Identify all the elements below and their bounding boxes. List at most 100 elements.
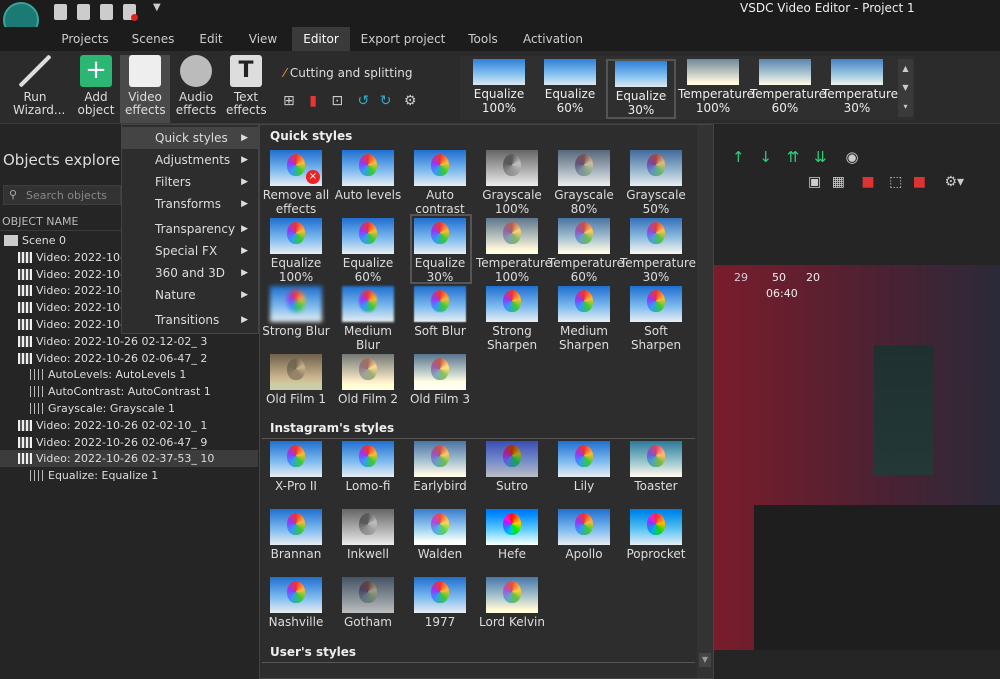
style-grayscale-50-[interactable]: Grayscale 50% bbox=[620, 150, 692, 216]
style-lord-kelvin[interactable]: Lord Kelvin bbox=[476, 577, 548, 629]
style-inkwell[interactable]: Inkwell bbox=[332, 509, 404, 561]
menu-item-transitions[interactable]: Transitions ▶ bbox=[122, 309, 258, 331]
preset-temperature-100[interactable]: Temperature 100% bbox=[678, 59, 754, 115]
style-medium-blur[interactable]: Medium Blur bbox=[332, 286, 404, 352]
style-temperature-60-[interactable]: Temperature 60% bbox=[548, 218, 624, 284]
move-down-icon[interactable]: ↓ bbox=[759, 148, 772, 166]
menu-item-adjustments[interactable]: Adjustments ▶ bbox=[122, 149, 258, 171]
tree-object-row[interactable]: Video: 2022-10-26 02-06-47_ 9 bbox=[0, 434, 258, 451]
style-1977[interactable]: 1977 bbox=[404, 577, 476, 629]
red-square-icon[interactable]: ■ bbox=[861, 174, 874, 190]
style-strong-sharpen[interactable]: Strong Sharpen bbox=[476, 286, 548, 352]
tree-effect-row[interactable]: AutoLevels: AutoLevels 1 bbox=[0, 366, 258, 383]
add-object-button[interactable]: + Add object bbox=[72, 55, 120, 117]
tree-object-row[interactable]: Video: 2022-10-26 02-12-02_ 3 bbox=[0, 333, 258, 350]
style-strong-blur[interactable]: Strong Blur bbox=[260, 286, 332, 338]
style-equalize-100-[interactable]: Equalize 100% bbox=[260, 218, 332, 284]
move-top-icon[interactable]: ⇈ bbox=[787, 148, 800, 166]
gear-icon[interactable]: ⚙▾ bbox=[944, 174, 964, 190]
tree-effect-row[interactable]: Grayscale: Grayscale 1 bbox=[0, 400, 258, 417]
style-apollo[interactable]: Apollo bbox=[548, 509, 620, 561]
rotate-right-icon[interactable]: ↻ bbox=[380, 93, 392, 109]
tree-effect-row[interactable]: AutoContrast: AutoContrast 1 bbox=[0, 383, 258, 400]
presets-scrollbar[interactable]: ▲ ▼ ▾ bbox=[898, 59, 913, 117]
layer-icon[interactable]: ▣ bbox=[808, 174, 821, 190]
gallery-scrollbar[interactable] bbox=[697, 125, 713, 678]
style-old-film-3[interactable]: Old Film 3 bbox=[404, 354, 476, 406]
tab-editor[interactable]: Editor bbox=[292, 27, 350, 51]
search-input[interactable]: ⚲ Search objects bbox=[3, 185, 121, 205]
style-lomo-fi[interactable]: Lomo-fi bbox=[332, 441, 404, 493]
style-soft-sharpen[interactable]: Soft Sharpen bbox=[620, 286, 692, 352]
preset-equalize-100[interactable]: Equalize 100% bbox=[464, 59, 534, 115]
style-old-film-1[interactable]: Old Film 1 bbox=[260, 354, 332, 406]
tab-activation[interactable]: Activation bbox=[516, 27, 590, 51]
tree-object-row[interactable]: Video: 2022-10-26 02-02-10_ 1 bbox=[0, 417, 258, 434]
save-as-icon[interactable] bbox=[100, 4, 113, 20]
record-icon[interactable] bbox=[123, 4, 138, 21]
style-remove-all-effects[interactable]: × Remove all effects bbox=[260, 150, 332, 216]
tab-scenes[interactable]: Scenes bbox=[124, 27, 182, 51]
align-icon[interactable]: ▦ bbox=[832, 174, 845, 190]
preset-equalize-30[interactable]: Equalize 30% bbox=[606, 59, 676, 119]
tab-export-project[interactable]: Export project bbox=[356, 27, 450, 51]
quick-access-dropdown-icon[interactable]: ▼ bbox=[153, 2, 161, 13]
menu-item-360-and-3d[interactable]: 360 and 3D ▶ bbox=[122, 262, 258, 284]
style-toaster[interactable]: Toaster bbox=[620, 441, 692, 493]
tab-tools[interactable]: Tools bbox=[458, 27, 508, 51]
move-bottom-icon[interactable]: ⇊ bbox=[814, 148, 827, 166]
style-temperature-100-[interactable]: Temperature 100% bbox=[476, 218, 552, 284]
tree-object-row[interactable]: Video: 2022-10-26 02-37-53_ 10 bbox=[0, 450, 258, 468]
style-medium-sharpen[interactable]: Medium Sharpen bbox=[548, 286, 620, 352]
scroll-down-icon[interactable]: ▼ bbox=[699, 653, 711, 667]
menu-item-special-fx[interactable]: Special FX ▶ bbox=[122, 240, 258, 262]
style-hefe[interactable]: Hefe bbox=[476, 509, 548, 561]
menu-item-quick-styles[interactable]: Quick styles ▶ bbox=[122, 127, 258, 149]
audio-effects-button[interactable]: Audio effects bbox=[172, 55, 220, 117]
style-grayscale-80-[interactable]: Grayscale 80% bbox=[548, 150, 620, 216]
rotate-left-icon[interactable]: ↺ bbox=[358, 93, 370, 109]
menu-item-nature[interactable]: Nature ▶ bbox=[122, 284, 258, 306]
cutting-splitting-button[interactable]: ⁄ Cutting and splitting bbox=[284, 66, 413, 80]
new-project-icon[interactable] bbox=[54, 4, 67, 20]
style-soft-blur[interactable]: Soft Blur bbox=[404, 286, 476, 338]
settings-wrench-icon[interactable]: ⚙ bbox=[404, 93, 417, 109]
style-walden[interactable]: Walden bbox=[404, 509, 476, 561]
tree-object-row[interactable]: Video: 2022-10-26 02-06-47_ 2 bbox=[0, 350, 258, 367]
style-equalize-60-[interactable]: Equalize 60% bbox=[332, 218, 404, 284]
preset-temperature-60[interactable]: Temperature 60% bbox=[750, 59, 826, 115]
style-gotham[interactable]: Gotham bbox=[332, 577, 404, 629]
menu-item-transparency[interactable]: Transparency ▶ bbox=[122, 218, 258, 240]
run-wizard-button[interactable]: Run Wizard... bbox=[4, 55, 66, 117]
style-earlybird[interactable]: Earlybird bbox=[404, 441, 476, 493]
style-nashville[interactable]: Nashville bbox=[260, 577, 332, 629]
preset-equalize-60[interactable]: Equalize 60% bbox=[535, 59, 605, 115]
tab-view[interactable]: View bbox=[240, 27, 286, 51]
style-sutro[interactable]: Sutro bbox=[476, 441, 548, 493]
crop-icon[interactable]: ⊡ bbox=[331, 93, 343, 109]
red-square-icon-2[interactable]: ■ bbox=[913, 174, 926, 190]
grid-icon[interactable]: ⬚ bbox=[889, 174, 902, 190]
menu-item-filters[interactable]: Filters ▶ bbox=[122, 171, 258, 193]
style-temperature-30-[interactable]: Temperature 30% bbox=[620, 218, 696, 284]
move-up-icon[interactable]: ↑ bbox=[732, 148, 745, 166]
menu-item-transforms[interactable]: Transforms ▶ bbox=[122, 193, 258, 215]
hierarchy-icon[interactable]: ⊞ bbox=[283, 93, 295, 109]
tree-effect-row[interactable]: Equalize: Equalize 1 bbox=[0, 467, 258, 484]
style-equalize-30-[interactable]: Equalize 30% bbox=[404, 214, 476, 284]
style-brannan[interactable]: Brannan bbox=[260, 509, 332, 561]
style-auto-levels[interactable]: Auto levels bbox=[332, 150, 404, 202]
save-icon[interactable] bbox=[77, 4, 90, 20]
style-x-pro-ii[interactable]: X-Pro II bbox=[260, 441, 332, 493]
split-icon[interactable]: ▮ bbox=[309, 93, 317, 109]
tab-edit[interactable]: Edit bbox=[190, 27, 232, 51]
style-auto-contrast[interactable]: Auto contrast bbox=[404, 150, 476, 216]
style-grayscale-100-[interactable]: Grayscale 100% bbox=[476, 150, 548, 216]
style-old-film-2[interactable]: Old Film 2 bbox=[332, 354, 404, 406]
video-effects-button[interactable]: Video effects bbox=[120, 55, 170, 123]
comment-icon[interactable]: ◉ bbox=[845, 148, 858, 166]
tab-projects[interactable]: Projects bbox=[52, 27, 118, 51]
style-lily[interactable]: Lily bbox=[548, 441, 620, 493]
text-effects-button[interactable]: T Text effects bbox=[222, 55, 270, 117]
preset-temperature-30[interactable]: Temperature 30% bbox=[822, 59, 898, 115]
